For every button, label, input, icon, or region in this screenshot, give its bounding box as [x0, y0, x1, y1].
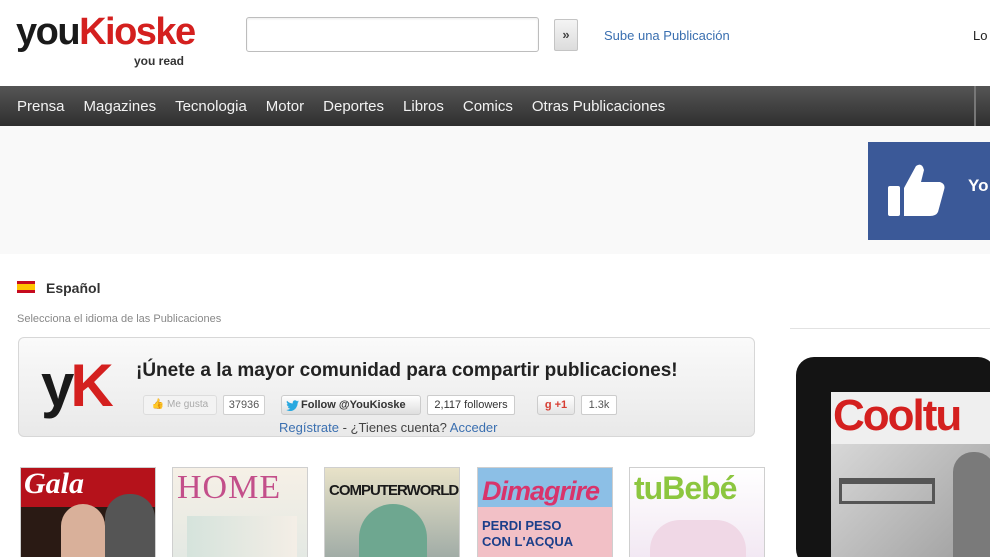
youkioske-logo[interactable]: youKioske you read [16, 11, 196, 68]
search-button[interactable]: » [554, 19, 578, 51]
register-line: Regístrate - ¿Tienes cuenta? Acceder [279, 420, 498, 435]
nav-item-comics[interactable]: Comics [463, 98, 513, 115]
logo-tagline: you read [134, 54, 185, 68]
facebook-like-banner[interactable]: Yo [868, 142, 990, 240]
logo-wordmark: youKioske [16, 11, 196, 53]
twitter-follow-button[interactable]: Follow @YouKioske [281, 395, 421, 415]
yk-logo-k: K [70, 352, 113, 419]
tablet-cover-figure [953, 452, 990, 557]
page: youKioske you read » Sube una Publicació… [0, 0, 990, 557]
nav-item-prensa[interactable]: Prensa [17, 98, 65, 115]
thumbs-up-icon [888, 164, 945, 216]
like-label: Me gusta [167, 399, 209, 410]
computerworld-cover-illustration [359, 504, 427, 557]
tubebe-cover-photo [650, 520, 746, 557]
follow-label: Follow @YouKioske [301, 399, 406, 411]
right-column-divider [790, 328, 990, 329]
gala-cover-photo-left [61, 504, 105, 557]
yk-logo-y: y [41, 352, 74, 419]
magazine-cover-home[interactable]: HOME [172, 467, 308, 557]
nav-item-otras-publicaciones[interactable]: Otras Publicaciones [532, 98, 665, 115]
magazine-cover-gala[interactable]: Gala [20, 467, 156, 557]
language-selector[interactable]: Español [46, 280, 100, 296]
community-title: ¡Únete a la mayor comunidad para compart… [136, 360, 678, 381]
register-link[interactable]: Regístrate [279, 420, 339, 435]
language-hint: Selecciona el idioma de las Publicacione… [17, 313, 222, 325]
magazine-title: COMPUTERWORLD [329, 482, 459, 499]
logo-you: you [16, 11, 81, 53]
nav-divider [974, 86, 976, 126]
like-count: 37936 [223, 395, 265, 415]
followers-count: 2,117 followers [427, 395, 515, 415]
gplus-label: +1 [554, 399, 568, 411]
magazine-title: Gala [24, 467, 84, 500]
nav-item-motor[interactable]: Motor [266, 98, 304, 115]
tablet-cover-title: Cooltu [833, 392, 962, 440]
nav-item-libros[interactable]: Libros [403, 98, 444, 115]
magazine-cover-tubebe[interactable]: tuBebé [629, 467, 765, 557]
gplus-count: 1.3k [581, 395, 617, 415]
nav-item-deportes[interactable]: Deportes [323, 98, 384, 115]
magazine-title: tuBebé [634, 470, 737, 506]
magazine-cover-computerworld[interactable]: COMPUTERWORLD [324, 467, 460, 557]
nav-item-tecnologia[interactable]: Tecnologia [175, 98, 247, 115]
nav-item-magazines[interactable]: Magazines [84, 98, 157, 115]
search-input[interactable] [246, 17, 539, 52]
upload-publication-link[interactable]: Sube una Publicación [604, 28, 730, 43]
community-box: yK ¡Únete a la mayor comunidad para comp… [18, 337, 755, 437]
facebook-banner-text: Yo [968, 176, 989, 195]
ad-banner-area [0, 126, 990, 254]
google-plus-button[interactable]: g +1 [537, 395, 575, 415]
yk-logo: yK [41, 356, 114, 416]
home-cover-photo [187, 516, 297, 557]
twitter-bird-icon [286, 400, 299, 411]
magazine-title: HOME [177, 469, 282, 506]
tablet-cover-desk [839, 478, 935, 504]
subtitle-line-2: CON L'ACQUA [482, 534, 574, 549]
category-nav: Prensa Magazines Tecnologia Motor Deport… [0, 86, 990, 126]
logo-kioske: Kioske [79, 11, 196, 53]
tablet-screen: Cooltu [831, 392, 990, 557]
magazine-cover-dimagrire[interactable]: Dimagrire PERDI PESO CON L'ACQUA [477, 467, 613, 557]
account-question: - ¿Tienes cuenta? [338, 420, 450, 435]
facebook-like-button[interactable]: 👍 Me gusta [143, 395, 217, 415]
magazine-subtitle: PERDI PESO CON L'ACQUA [482, 518, 573, 550]
access-link[interactable]: Acceder [450, 420, 498, 435]
spain-flag-icon [17, 281, 35, 293]
gala-cover-photo-right [105, 494, 155, 557]
subtitle-line-1: PERDI PESO [482, 518, 562, 533]
magazine-title: Dimagrire [482, 476, 600, 506]
login-link[interactable]: Lo [973, 28, 987, 43]
